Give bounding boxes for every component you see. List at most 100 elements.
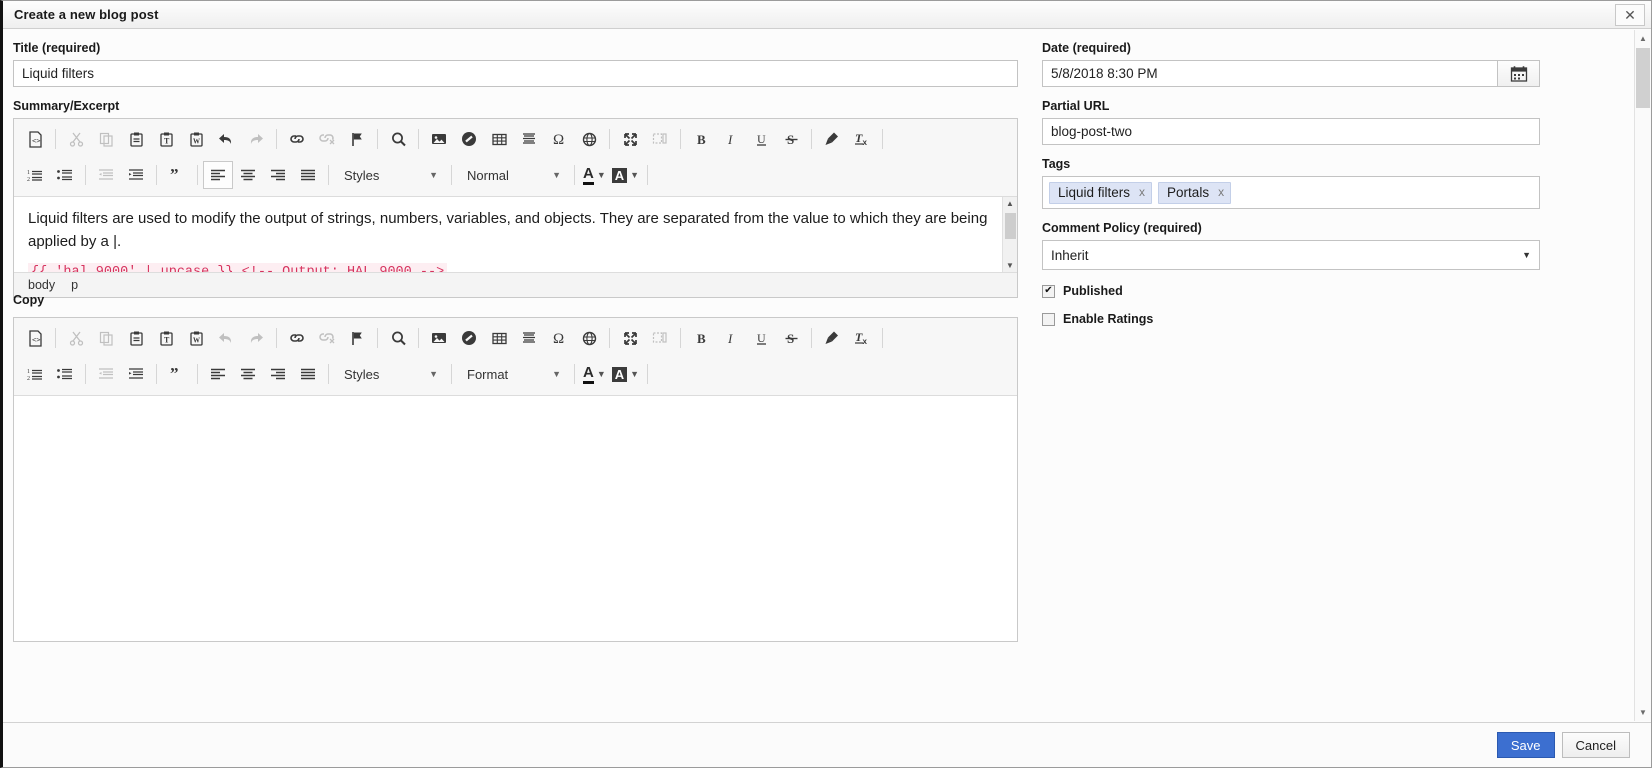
scroll-thumb[interactable]	[1636, 48, 1650, 108]
align-right-icon[interactable]	[263, 360, 293, 388]
cut-icon[interactable]	[61, 324, 91, 352]
tag-chip[interactable]: Liquid filters x	[1049, 181, 1153, 204]
format-dropdown[interactable]: Normal ▼	[459, 162, 567, 188]
summary-scrollbar[interactable]: ▲ ▼	[1002, 197, 1017, 272]
horizontal-rule-icon[interactable]	[514, 125, 544, 153]
published-checkbox-row[interactable]: ✔ Published	[1042, 284, 1540, 298]
date-input[interactable]: 5/8/2018 8:30 PM	[1042, 60, 1498, 87]
link-icon[interactable]	[282, 324, 312, 352]
source-icon[interactable]: <>	[20, 125, 50, 153]
paste-text-icon[interactable]: T	[151, 324, 181, 352]
remove-tag-icon[interactable]: x	[1139, 185, 1145, 199]
bold-icon[interactable]: B	[686, 125, 716, 153]
cut-icon[interactable]	[61, 125, 91, 153]
tag-chip[interactable]: Portals x	[1158, 181, 1232, 204]
media-embed-icon[interactable]	[454, 125, 484, 153]
copy-icon[interactable]	[91, 125, 121, 153]
indent-icon[interactable]	[121, 360, 151, 388]
close-icon[interactable]: ✕	[1615, 4, 1645, 26]
summary-content-area[interactable]: Liquid filters are used to modify the ou…	[14, 197, 1017, 272]
align-right-icon[interactable]	[263, 161, 293, 189]
horizontal-rule-icon[interactable]	[514, 324, 544, 352]
search-icon[interactable]	[383, 324, 413, 352]
redo-icon[interactable]	[241, 324, 271, 352]
paste-icon[interactable]	[121, 125, 151, 153]
bulleted-list-icon[interactable]	[50, 161, 80, 189]
scroll-down-icon[interactable]: ▼	[1006, 259, 1014, 272]
comment-policy-select[interactable]: Inherit ▼	[1042, 240, 1540, 270]
scroll-up-icon[interactable]: ▲	[1635, 30, 1651, 47]
globe-iframe-icon[interactable]	[574, 125, 604, 153]
enable-ratings-checkbox-row[interactable]: Enable Ratings	[1042, 312, 1540, 326]
align-left-icon[interactable]	[203, 161, 233, 189]
underline-icon[interactable]: U	[746, 125, 776, 153]
align-center-icon[interactable]	[233, 161, 263, 189]
numbered-list-icon[interactable]: 12	[20, 161, 50, 189]
underline-icon[interactable]: U	[746, 324, 776, 352]
copy-formatting-icon[interactable]	[817, 324, 847, 352]
title-input[interactable]: Liquid filters	[13, 60, 1018, 87]
italic-icon[interactable]: I	[716, 125, 746, 153]
strikethrough-icon[interactable]: S	[776, 125, 806, 153]
partial-url-input[interactable]: blog-post-two	[1042, 118, 1540, 145]
remove-format-icon[interactable]: Tx	[847, 324, 877, 352]
redo-icon[interactable]	[241, 125, 271, 153]
paste-word-icon[interactable]: W	[181, 324, 211, 352]
blockquote-icon[interactable]: ”	[162, 161, 192, 189]
search-icon[interactable]	[383, 125, 413, 153]
cancel-button[interactable]: Cancel	[1561, 732, 1630, 758]
image-icon[interactable]	[424, 324, 454, 352]
indent-icon[interactable]	[121, 161, 151, 189]
calendar-icon[interactable]	[1497, 60, 1540, 87]
maximize-icon[interactable]	[615, 125, 645, 153]
copy-content-area[interactable]	[14, 396, 1017, 641]
copy-icon[interactable]	[91, 324, 121, 352]
enable-ratings-checkbox[interactable]	[1042, 312, 1055, 326]
paste-text-icon[interactable]: T	[151, 125, 181, 153]
scroll-down-icon[interactable]: ▼	[1635, 704, 1651, 721]
globe-iframe-icon[interactable]	[574, 324, 604, 352]
image-icon[interactable]	[424, 125, 454, 153]
table-icon[interactable]	[484, 324, 514, 352]
element-path-body[interactable]: body	[28, 278, 55, 292]
paste-icon[interactable]	[121, 324, 151, 352]
source-icon[interactable]: <>	[20, 324, 50, 352]
scroll-up-icon[interactable]: ▲	[1006, 197, 1014, 210]
undo-icon[interactable]	[211, 324, 241, 352]
paste-word-icon[interactable]: W	[181, 125, 211, 153]
published-checkbox[interactable]: ✔	[1042, 284, 1055, 298]
dialog-scrollbar[interactable]: ▲ ▼	[1634, 30, 1651, 721]
blockquote-icon[interactable]: ”	[162, 360, 192, 388]
copy-formatting-icon[interactable]	[817, 125, 847, 153]
justify-icon[interactable]	[293, 161, 323, 189]
background-color-icon[interactable]: A ▼	[609, 360, 642, 388]
italic-icon[interactable]: I	[716, 324, 746, 352]
bulleted-list-icon[interactable]	[50, 360, 80, 388]
numbered-list-icon[interactable]: 12	[20, 360, 50, 388]
anchor-flag-icon[interactable]	[342, 125, 372, 153]
remove-format-icon[interactable]: Tx	[847, 125, 877, 153]
undo-icon[interactable]	[211, 125, 241, 153]
tags-input[interactable]: Liquid filters x Portals x	[1042, 176, 1540, 209]
show-blocks-icon[interactable]	[645, 125, 675, 153]
show-blocks-icon[interactable]	[645, 324, 675, 352]
unlink-icon[interactable]	[312, 125, 342, 153]
background-color-icon[interactable]: A ▼	[609, 161, 642, 189]
outdent-icon[interactable]	[91, 360, 121, 388]
text-color-icon[interactable]: A ▼	[580, 360, 609, 388]
strikethrough-icon[interactable]: S	[776, 324, 806, 352]
maximize-icon[interactable]	[615, 324, 645, 352]
text-color-icon[interactable]: A ▼	[580, 161, 609, 189]
remove-tag-icon[interactable]: x	[1218, 185, 1224, 199]
scroll-thumb[interactable]	[1005, 213, 1016, 239]
table-icon[interactable]	[484, 125, 514, 153]
align-center-icon[interactable]	[233, 360, 263, 388]
unlink-icon[interactable]	[312, 324, 342, 352]
save-button[interactable]: Save	[1496, 732, 1555, 758]
justify-icon[interactable]	[293, 360, 323, 388]
outdent-icon[interactable]	[91, 161, 121, 189]
link-icon[interactable]	[282, 125, 312, 153]
align-left-icon[interactable]	[203, 360, 233, 388]
styles-dropdown[interactable]: Styles ▼	[336, 361, 444, 387]
anchor-flag-icon[interactable]	[342, 324, 372, 352]
